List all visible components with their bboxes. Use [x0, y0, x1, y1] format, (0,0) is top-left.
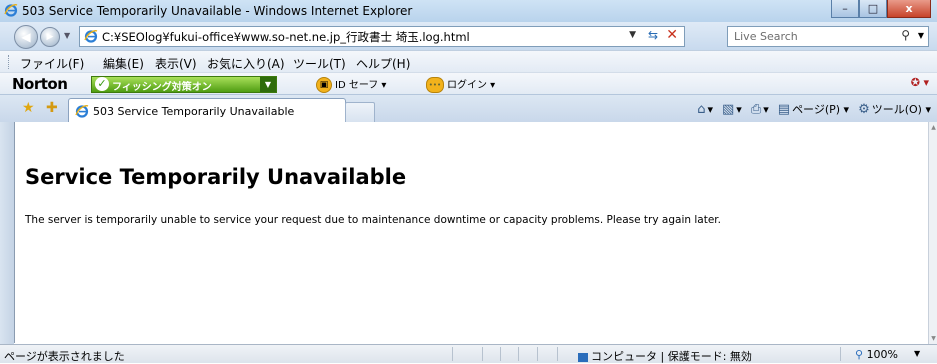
toolbar-grip[interactable] [8, 55, 11, 69]
menu-file[interactable]: ファイル(F) [20, 55, 84, 72]
home-dropdown[interactable]: ▾ [707, 103, 713, 116]
maximize-button[interactable]: □ [859, 0, 887, 18]
menu-edit[interactable]: 編集(E) [103, 55, 144, 72]
recent-pages-dropdown-icon[interactable]: ▼ [64, 31, 70, 40]
window-controls: – □ x [831, 0, 931, 18]
check-icon: ✓ [95, 77, 109, 91]
login-icon: ••• [426, 77, 444, 93]
status-divider [537, 347, 538, 361]
tab-row: ★ ✚ 503 Service Temporarily Unavailable … [0, 94, 937, 123]
page-menu-button[interactable]: ▤ ページ(P) ▾ [778, 101, 849, 117]
print-dropdown[interactable]: ▾ [763, 103, 769, 116]
back-button[interactable]: ◀ [14, 25, 38, 49]
zoom-icon: ⚲ [855, 348, 864, 361]
gear-icon: ⚙ [858, 101, 870, 117]
address-dropdown-icon[interactable]: ▼ [629, 30, 636, 40]
status-divider [452, 347, 453, 361]
menu-favorites[interactable]: お気に入り(A) [207, 55, 285, 72]
menu-tools[interactable]: ツール(T) [293, 55, 346, 72]
norton-toolbar: Norton ✓ フィッシング対策オン ▼ ▣ ID セーフ ▾ ••• ログイン … [0, 72, 937, 95]
address-url[interactable]: C:¥SEOlog¥fukui-office¥www.so-net.ne.jp_… [102, 29, 470, 45]
status-bar: ページが表示されました コンピュータ | 保護モード: 無効 ⚲ 100% ▼ [0, 344, 937, 363]
status-divider [518, 347, 519, 361]
add-favorite-icon[interactable]: ✚ [46, 100, 58, 116]
menu-bar: ファイル(F) 編集(E) 表示(V) お気に入り(A) ツール(T) ヘルプ(… [0, 50, 937, 73]
feeds-button[interactable]: ▧ ▾ [722, 102, 742, 117]
home-button[interactable]: ⌂ ▾ [697, 102, 713, 117]
stop-icon[interactable]: ✕ [666, 27, 678, 43]
print-icon: ⎙ [750, 101, 762, 117]
idsafe-icon: ▣ [316, 77, 332, 93]
idsafe-label: ID セーフ ▾ [335, 80, 387, 91]
vertical-scrollbar[interactable]: ▲ ▼ [928, 122, 937, 344]
ie-logo-icon [4, 4, 18, 17]
print-button[interactable]: ⎙ ▾ [751, 102, 769, 117]
page-menu-label: ページ(P) ▾ [792, 103, 850, 116]
feeds-dropdown[interactable]: ▾ [736, 103, 742, 116]
phishing-protection-button[interactable]: ✓ フィッシング対策オン ▼ [91, 76, 277, 93]
status-divider [557, 347, 558, 361]
search-options-dropdown-icon[interactable]: ▼ [918, 31, 924, 40]
zoom-dropdown-icon[interactable]: ▼ [914, 349, 920, 358]
feeds-icon: ▧ [722, 101, 735, 117]
search-box[interactable]: Live Search ⚲ ▼ [727, 26, 929, 47]
content-area-top [14, 122, 929, 148]
zone-label: コンピュータ | 保護モード: 無効 [591, 350, 752, 363]
tab-label: 503 Service Temporarily Unavailable [93, 105, 295, 118]
menu-help[interactable]: ヘルプ(H) [356, 55, 410, 72]
scroll-up-icon[interactable]: ▲ [929, 124, 937, 131]
login-button[interactable]: ••• ログイン ▾ [426, 76, 495, 93]
back-arrow-icon: ◀ [21, 30, 31, 44]
login-label: ログイン ▾ [447, 80, 496, 91]
search-icon[interactable]: ⚲ [901, 28, 910, 42]
favorites-star-icon[interactable]: ★ [22, 100, 35, 116]
tools-menu-label: ツール(O) ▾ [871, 103, 931, 116]
page-icon: ▤ [777, 101, 791, 117]
status-divider [482, 347, 483, 361]
norton-settings-icon[interactable]: ✪ ▾ [911, 76, 929, 89]
idsafe-button[interactable]: ▣ ID セーフ ▾ [316, 76, 386, 93]
tab-503-page[interactable]: 503 Service Temporarily Unavailable [68, 98, 346, 123]
zoom-control[interactable]: ⚲ 100% [855, 348, 898, 361]
zoom-level: 100% [866, 348, 899, 361]
window-title: 503 Service Temporarily Unavailable - Wi… [22, 4, 413, 18]
status-divider [840, 347, 841, 361]
tools-menu-button[interactable]: ⚙ ツール(O) ▾ [858, 101, 931, 117]
forward-arrow-icon: ▶ [46, 32, 54, 42]
title-bar: 503 Service Temporarily Unavailable - Wi… [0, 0, 937, 23]
window-left-frame [0, 122, 14, 344]
scroll-down-icon[interactable]: ▼ [929, 335, 937, 342]
navigation-bar: ◀ ▶ ▼ C:¥SEOlog¥fukui-office¥www.so-net.… [0, 22, 937, 50]
forward-button[interactable]: ▶ [40, 27, 60, 47]
menu-view[interactable]: 表示(V) [155, 55, 197, 72]
minimize-button[interactable]: – [831, 0, 859, 18]
command-bar: ⌂ ▾ ▧ ▾ ⎙ ▾ ▤ ページ(P) ▾ ⚙ ツール(O) ▾ [697, 101, 931, 117]
new-tab-button[interactable] [345, 102, 375, 122]
search-placeholder[interactable]: Live Search [734, 30, 798, 43]
page-ie-icon [84, 30, 98, 43]
tab-ie-icon [75, 105, 89, 118]
computer-icon [578, 352, 588, 362]
home-icon: ⌂ [697, 101, 706, 117]
norton-logo: Norton [12, 75, 68, 93]
page-title: Service Temporarily Unavailable [25, 165, 407, 189]
close-window-button[interactable]: x [887, 0, 931, 18]
error-message: The server is temporarily unable to serv… [25, 214, 721, 226]
phishing-dropdown-icon[interactable]: ▼ [260, 77, 276, 92]
status-divider [500, 347, 501, 361]
phishing-label: フィッシング対策オン [112, 82, 212, 93]
refresh-icon[interactable]: ⇆ [648, 28, 658, 42]
address-bar[interactable]: C:¥SEOlog¥fukui-office¥www.so-net.ne.jp_… [79, 26, 685, 47]
